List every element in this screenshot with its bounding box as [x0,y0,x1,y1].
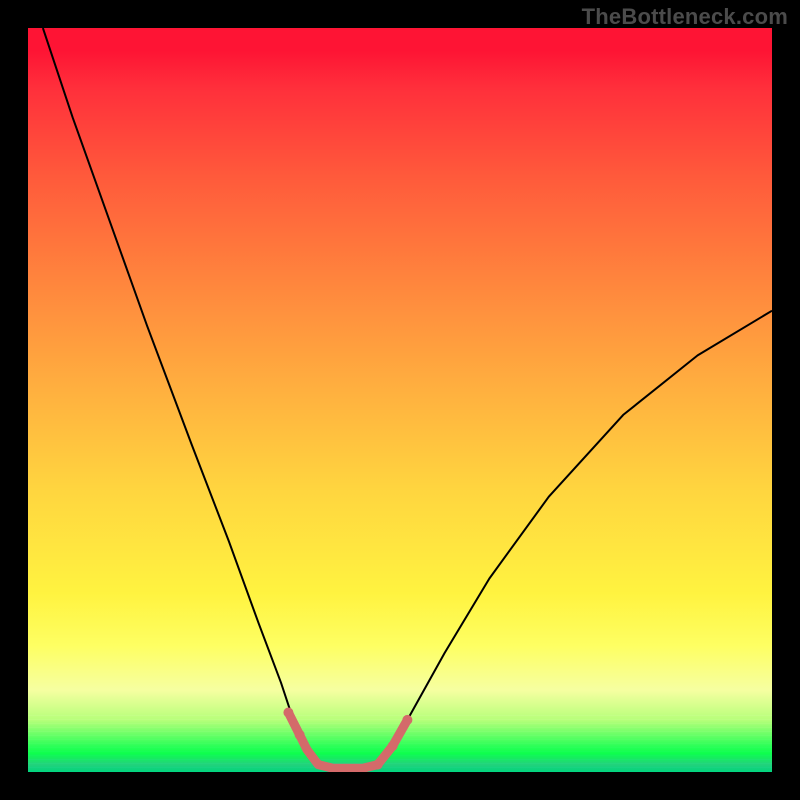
plot-gradient-bg [28,28,772,772]
plot-area-outer [28,28,772,772]
watermark-label: TheBottleneck.com [582,4,788,30]
chart-frame: TheBottleneck.com [0,0,800,800]
